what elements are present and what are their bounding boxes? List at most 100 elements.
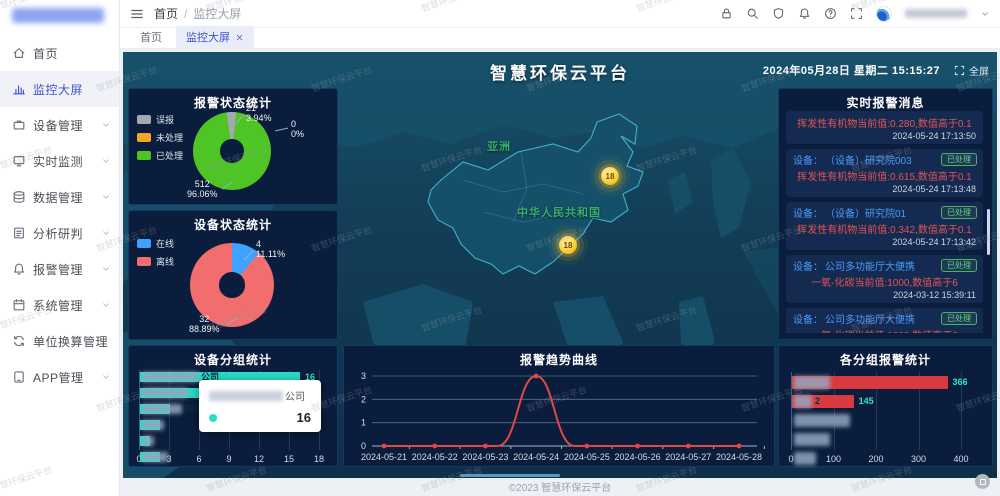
sidebar-item-home[interactable]: 首页 — [0, 35, 119, 71]
sidebar-item-monitor-screen[interactable]: 监控大屏 — [0, 71, 119, 107]
map-label-continent: 亚洲 — [487, 138, 511, 154]
calendar-icon — [12, 298, 26, 312]
breadcrumb-current: 监控大屏 — [193, 5, 241, 22]
pie-callout: 411.11% — [256, 239, 285, 260]
horizontal-scrollbar-thumb[interactable] — [460, 474, 560, 477]
alarm-text: 一氧-化碳当前值:1000,数值高于6 — [793, 327, 976, 333]
alarm-text: 挥发性有机物当前值:0.615,数值高于0.1 — [793, 168, 976, 183]
content-area: 亚洲 中华人民共和国 1818 智慧环保云平台 2024年05月28日 星期二 … — [120, 49, 1000, 496]
app-icon — [12, 370, 26, 384]
tooltip-value: 16 — [297, 410, 311, 425]
bar-label-fragment: 2 — [815, 395, 820, 408]
legend-label: 离线 — [156, 255, 174, 268]
bar-chart-icon — [12, 82, 26, 96]
sidebar-item-label: 系统管理 — [33, 297, 101, 314]
fullscreen-icon[interactable] — [850, 7, 863, 20]
sidebar-item-label: 分析研判 — [33, 225, 101, 242]
legend-chip — [137, 151, 151, 160]
svg-text:2: 2 — [361, 394, 366, 404]
breadcrumb-home[interactable]: 首页 — [154, 5, 178, 22]
sidebar-item-analysis[interactable]: 分析研判 — [0, 215, 119, 251]
censored-label — [142, 404, 182, 414]
map-marker[interactable]: 18 — [559, 236, 577, 254]
panel-title: 设备状态统计 — [129, 211, 337, 233]
legend-item[interactable]: 已处理 — [137, 149, 183, 162]
floating-action-button[interactable] — [975, 474, 990, 489]
censored-label — [794, 414, 850, 427]
monitor-icon — [12, 154, 26, 168]
alarm-message[interactable]: 设备： 公司多功能厅大便携 已处理一氧-化碳当前值:1000,数值高于6 202… — [786, 255, 983, 303]
search-icon[interactable] — [746, 7, 759, 20]
sidebar-item-label: APP管理 — [33, 369, 101, 386]
svg-text:1: 1 — [361, 418, 366, 428]
lock-icon[interactable] — [720, 7, 733, 20]
briefcase-icon — [12, 118, 26, 132]
scrollbar-thumb[interactable] — [987, 209, 990, 255]
group-alarms-panel: 各分组报警统计 01002003004003662145 — [778, 345, 993, 467]
sidebar-item-label: 监控大屏 — [33, 81, 111, 98]
help-icon[interactable] — [824, 7, 837, 20]
alarm-time: 2024-03-12 15:39:11 — [793, 290, 976, 300]
alarm-status-panel: 报警状态统计 误报 未处理 已处理 213.94%00%51296.06% — [128, 88, 338, 205]
avatar[interactable] — [876, 6, 892, 22]
panel-title: 各分组报警统计 — [779, 346, 992, 368]
dashboard-title: 智慧环保云平台 — [490, 59, 630, 84]
panel-title: 报警状态统计 — [129, 89, 337, 111]
legend-item[interactable]: 未处理 — [137, 131, 183, 144]
topbar-actions — [720, 6, 990, 22]
legend-label: 未处理 — [156, 131, 183, 144]
sidebar-item-label: 首页 — [33, 45, 111, 62]
close-icon[interactable] — [235, 33, 244, 42]
main-column: 首页 / 监控大屏 首页监控大屏 — [120, 0, 1000, 496]
chevron-down-icon[interactable] — [980, 9, 990, 19]
censored-label — [794, 376, 830, 389]
dashboard-header-right: 2024年05月28日 星期二 15:15:27 全屏 — [763, 62, 989, 78]
map-marker[interactable]: 18 — [601, 167, 619, 185]
legend-item[interactable]: 离线 — [137, 255, 174, 268]
sidebar-item-device[interactable]: 设备管理 — [0, 107, 119, 143]
censored-label — [142, 436, 154, 446]
device-label: 设备： — [793, 258, 823, 273]
svg-text:2024-05-27: 2024-05-27 — [665, 452, 711, 462]
alarm-message[interactable]: 设备： 公司多功能厅大便携 已处理一氧-化碳当前值:1000,数值高于6 202… — [786, 308, 983, 333]
tab-label: 首页 — [140, 29, 162, 45]
dashboard-screen: 亚洲 中华人民共和国 1818 智慧环保云平台 2024年05月28日 星期二 … — [123, 52, 997, 478]
device-label: 设备： — [793, 311, 823, 326]
username — [905, 9, 967, 18]
chart-tooltip: 公司 16 — [199, 380, 321, 432]
svg-text:2024-05-28: 2024-05-28 — [716, 452, 762, 462]
legend-item[interactable]: 在线 — [137, 237, 174, 250]
sidebar-item-app[interactable]: APP管理 — [0, 359, 119, 395]
sidebar-item-unit-convert[interactable]: 单位换算管理 — [0, 323, 119, 359]
panel-title: 实时报警消息 — [779, 89, 992, 111]
pie-callout: 3288.89% — [189, 314, 220, 335]
hamburger-icon[interactable] — [130, 7, 144, 21]
legend-chip — [137, 239, 151, 248]
alarm-trend-chart: 32102024-05-212024-05-222024-05-232024-0… — [344, 362, 774, 464]
legend-item[interactable]: 误报 — [137, 113, 183, 126]
alarm-message[interactable]: 设备： （设备）研究院003 已处理挥发性有机物当前值:0.615,数值高于0.… — [786, 149, 983, 197]
tab-monitor-screen[interactable]: 监控大屏 — [176, 26, 254, 48]
sidebar-item-label: 数据管理 — [33, 189, 101, 206]
bell-icon[interactable] — [798, 7, 811, 20]
legend-label: 在线 — [156, 237, 174, 250]
legend-label: 误报 — [156, 113, 174, 126]
svg-text:2024-05-22: 2024-05-22 — [412, 452, 458, 462]
bar-value: 366 — [953, 376, 968, 389]
breadcrumb-separator: / — [184, 7, 187, 21]
alarm-message[interactable]: 挥发性有机物当前值:0.280,数值高于0.1 2024-05-24 17:13… — [786, 111, 983, 144]
tab-home[interactable]: 首页 — [130, 26, 172, 48]
sidebar-item-realtime[interactable]: 实时监测 — [0, 143, 119, 179]
chevron-down-icon — [101, 228, 111, 238]
sidebar-item-alarm[interactable]: 报警管理 — [0, 251, 119, 287]
home-icon — [12, 46, 26, 60]
device-name: 公司多功能厅大便携 — [825, 258, 915, 273]
sidebar-item-data[interactable]: 数据管理 — [0, 179, 119, 215]
bell-icon — [12, 262, 26, 276]
legend-chip — [137, 133, 151, 142]
status-badge: 已处理 — [941, 153, 977, 166]
fullscreen-button[interactable]: 全屏 — [954, 63, 989, 78]
shield-icon[interactable] — [772, 7, 785, 20]
alarm-message[interactable]: 设备： （设备）研究院01 已处理挥发性有机物当前值:0.342,数值高于0.1… — [786, 202, 983, 250]
sidebar-item-system[interactable]: 系统管理 — [0, 287, 119, 323]
